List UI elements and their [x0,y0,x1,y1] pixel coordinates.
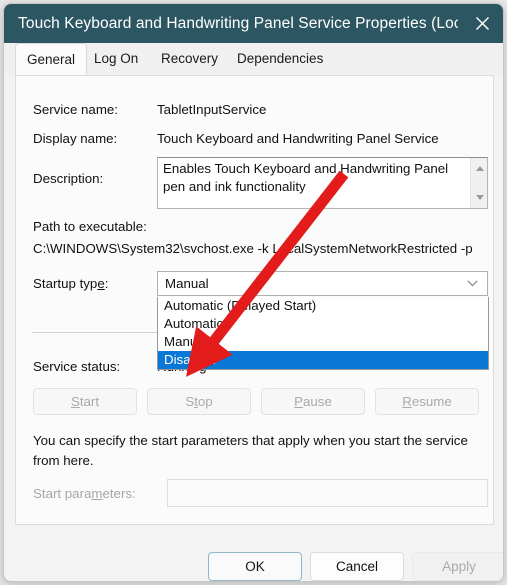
tab-general-label: General [27,52,76,67]
startup-type-selected-value: Manual [165,276,209,291]
tab-dependencies-label: Dependencies [237,51,324,66]
tab-dependencies[interactable]: Dependencies [226,43,334,75]
start-parameters-label-pre: Start para [33,486,92,501]
start-parameters-input[interactable] [167,479,488,507]
dropdown-option-automatic[interactable]: Automatic [158,315,488,333]
start-button-label: Start [70,394,100,409]
path-to-executable-label: Path to executable: [33,219,147,234]
apply-button[interactable]: Apply [412,552,503,581]
start-button[interactable]: Start [33,388,137,415]
service-properties-dialog: Touch Keyboard and Handwriting Panel Ser… [3,3,504,582]
title-bar: Touch Keyboard and Handwriting Panel Ser… [4,4,503,43]
resume-button-label: Resume [402,394,452,409]
pause-button-label: Pause [294,394,332,409]
tab-strip: General Log On Recovery Dependencies [4,43,503,75]
scroll-up-icon[interactable] [471,160,488,177]
start-parameters-label-post: eters: [102,486,136,501]
dropdown-option-disabled[interactable]: Disabled [158,351,488,369]
start-parameters-label: Start parameters: [33,486,136,501]
stop-button-label: Stop [185,394,213,409]
startup-type-label-accel: e [97,276,105,291]
dropdown-option-manual[interactable]: Manual [158,333,488,351]
startup-type-label-pre: Startup typ [33,276,98,291]
ok-button-label: OK [245,559,265,574]
path-to-executable-value: C:\WINDOWS\System32\svchost.exe -k Local… [33,241,473,256]
service-name-value: TabletInputService [157,102,267,117]
chevron-down-icon [467,272,478,295]
startup-type-label: Startup type: [33,276,108,291]
service-name-label: Service name: [33,102,118,117]
tab-recovery[interactable]: Recovery [150,43,229,75]
startup-type-combobox[interactable]: Manual [157,271,488,296]
startup-type-label-post: : [104,276,109,291]
tab-general[interactable]: General [15,43,88,75]
resume-button[interactable]: Resume [375,388,479,415]
description-label: Description: [33,171,104,186]
stop-button[interactable]: Stop [147,388,251,415]
dropdown-option-automatic-delayed-start[interactable]: Automatic (Delayed Start) [158,297,488,315]
general-tab-panel: Service name: TabletInputService Display… [15,75,494,525]
description-scrollbar[interactable] [470,158,487,208]
tab-recovery-label: Recovery [161,51,219,66]
cancel-button[interactable]: Cancel [310,552,404,581]
start-parameters-label-accel: m [91,486,103,501]
start-parameters-help-text: You can specify the start parameters tha… [33,433,468,468]
description-value: Enables Touch Keyboard and Handwriting P… [163,161,449,194]
tab-log-on[interactable]: Log On [83,43,149,75]
display-name-label: Display name: [33,131,118,146]
tab-log-on-label: Log On [94,51,139,66]
startup-type-dropdown-list[interactable]: Automatic (Delayed Start) Automatic Manu… [157,297,489,370]
close-icon[interactable] [459,4,503,43]
apply-button-label: Apply [442,559,476,574]
display-name-value: Touch Keyboard and Handwriting Panel Ser… [157,131,439,146]
window-title: Touch Keyboard and Handwriting Panel Ser… [18,15,458,32]
service-status-label: Service status: [33,359,121,374]
ok-button[interactable]: OK [208,552,302,581]
cancel-button-label: Cancel [335,559,379,574]
pause-button[interactable]: Pause [261,388,365,415]
scroll-down-icon[interactable] [471,189,488,206]
description-box[interactable]: Enables Touch Keyboard and Handwriting P… [157,157,488,209]
